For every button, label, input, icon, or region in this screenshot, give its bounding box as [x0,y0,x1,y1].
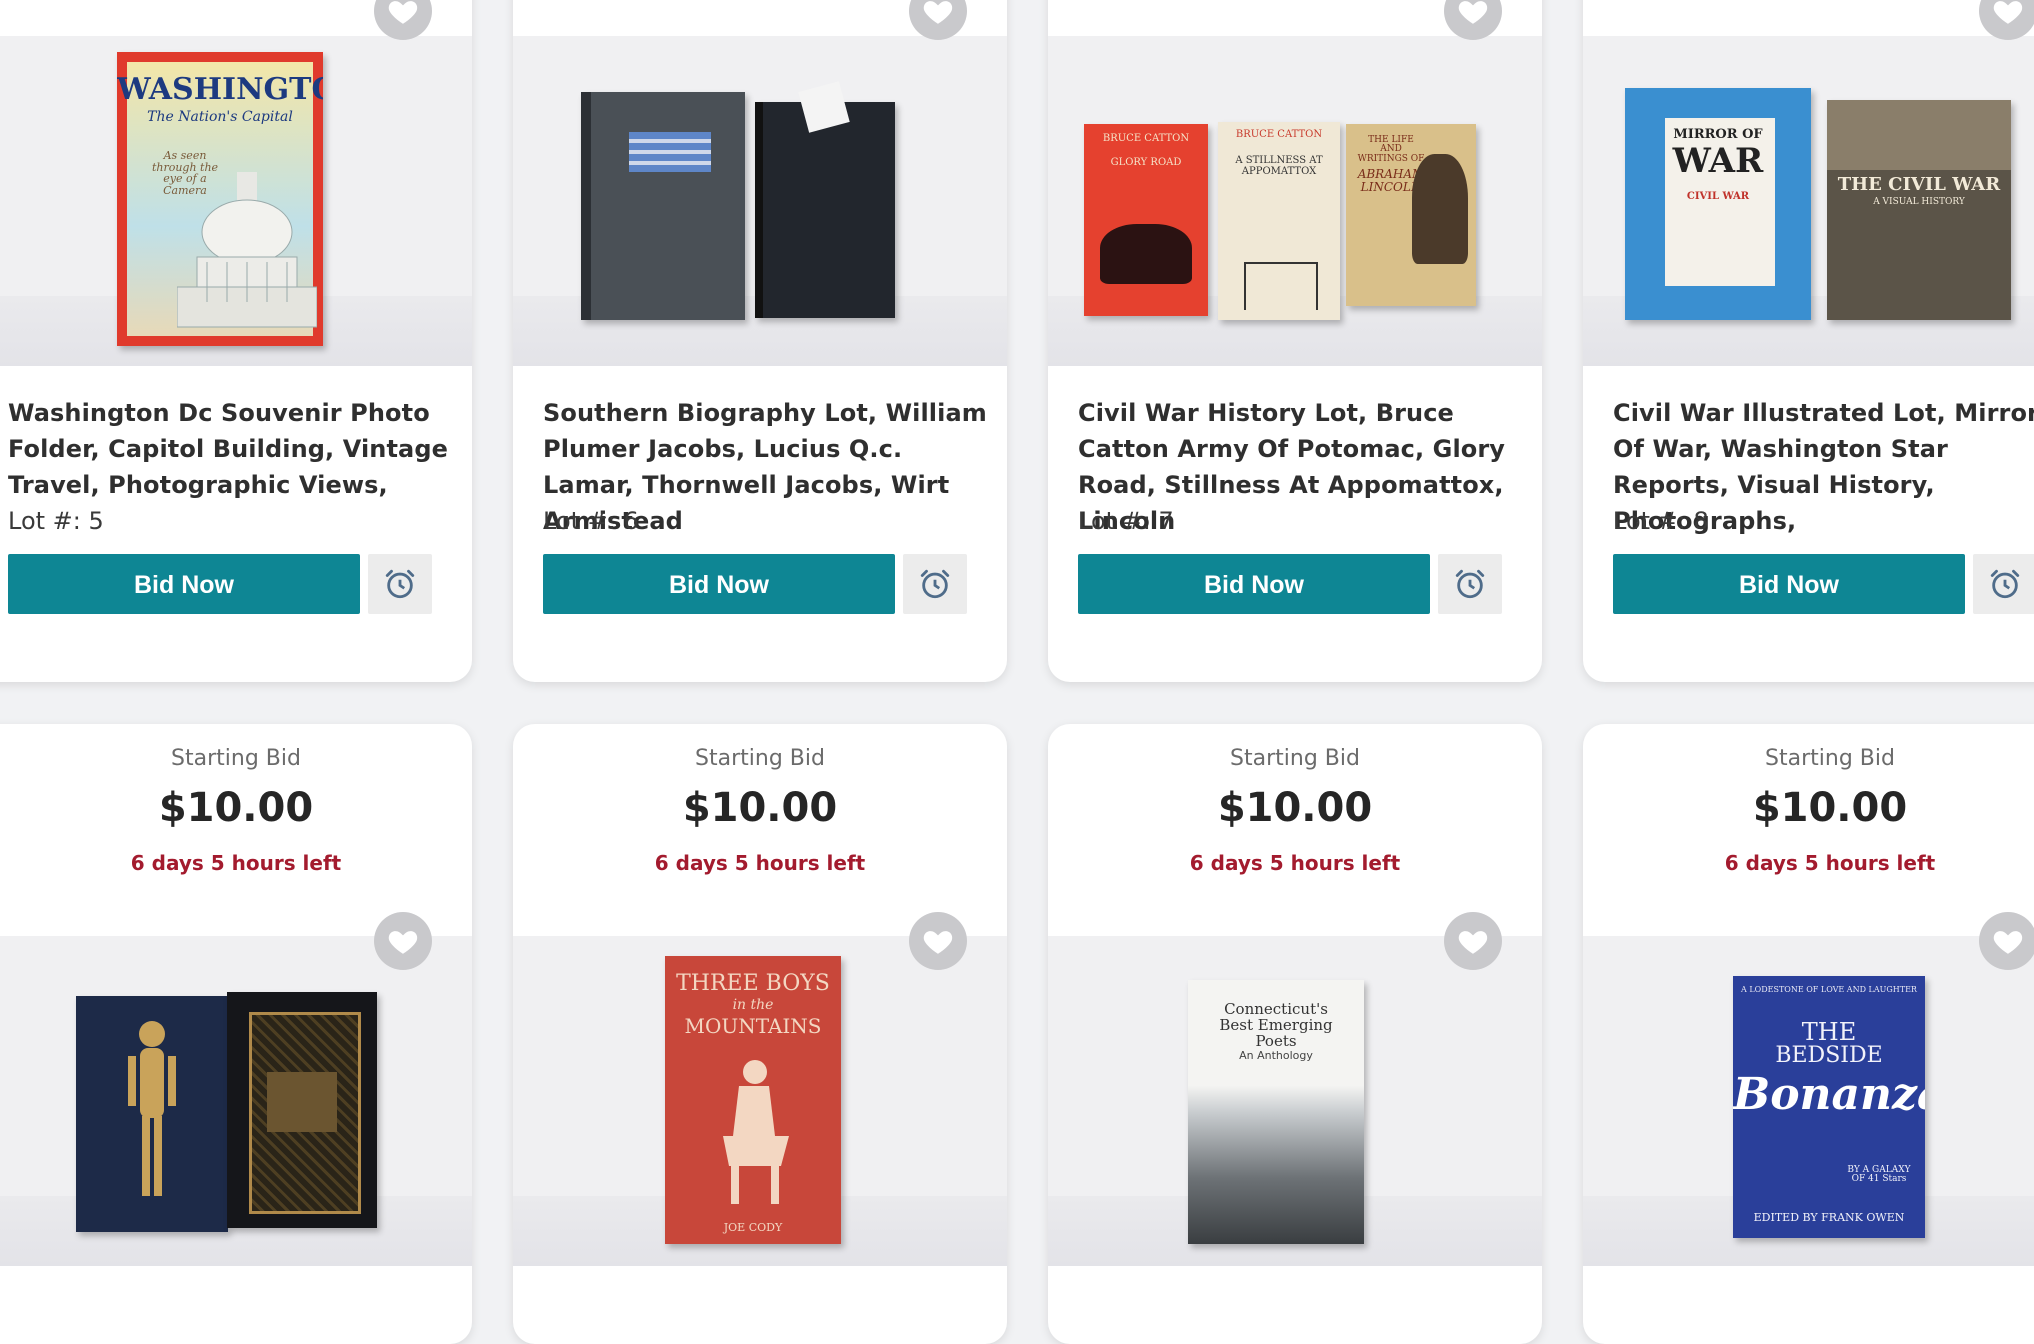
lot-photo[interactable]: A LODESTONE OF LOVE AND LAUGHTER THE BED… [1583,936,2034,1266]
book-cover: BRUCE CATTON A STILLNESS AT APPOMATTOX [1218,122,1340,320]
book-cover: THE LIFE AND WRITINGS OF ABRAHAM LINCOLN [1346,124,1476,306]
alarm-clock-icon [1990,569,2020,599]
starting-bid-label: Starting Bid [695,746,825,771]
time-left: 6 days 5 hours left [1189,851,1401,875]
lot-photo[interactable]: MIRROR OF WAR CIVIL WAR THE CIVIL WAR A … [1583,36,2034,366]
starting-bid-amount: $10.00 [158,785,314,831]
heart-icon [923,931,953,954]
bid-now-button[interactable]: Bid Now [543,554,895,614]
lot-card: Starting Bid $10.00 6 days 5 hours left … [1583,724,2034,1344]
lot-card: Starting Bid $10.00 6 days 5 hours left … [1048,724,1542,1344]
book-cover [76,996,228,1232]
heart-icon [1458,931,1488,954]
lot-card: Starting Bid $10.00 6 days 5 hours left … [513,724,1007,1344]
heart-icon [923,1,953,24]
favorite-button[interactable] [1979,0,2034,40]
time-left: 6 days 5 hours left [1724,851,1936,875]
time-left: 6 days 5 hours left [130,851,342,875]
starting-bid-amount: $10.00 [1752,785,1908,831]
favorite-button[interactable] [909,0,967,40]
lot-card: Starting Bid $10.00 6 days 5 hours left [0,724,472,1344]
lot-photo[interactable] [0,936,472,1266]
lot-number: Lot #: 8 [1613,507,1709,535]
lot-card: Southern Biography Lot, William Plumer J… [513,0,1007,682]
lot-photo[interactable]: THREE BOYS in the MOUNTAINS JOE CODY [513,936,1007,1266]
lot-number: Lot #: 6 [543,507,639,535]
favorite-button[interactable] [1444,912,1502,970]
lot-title[interactable]: Washington Dc Souvenir Photo Folder, Cap… [8,395,462,503]
starting-bid-amount: $10.00 [1217,785,1373,831]
book-cover [581,92,745,320]
favorite-button[interactable] [1979,912,2034,970]
lot-card: BRUCE CATTON GLORY ROAD BRUCE CATTON A S… [1048,0,1542,682]
book-cover: THREE BOYS in the MOUNTAINS JOE CODY [665,956,841,1244]
bid-now-button[interactable]: Bid Now [1613,554,1965,614]
book-cover [227,992,377,1228]
watch-button[interactable] [903,554,967,614]
bid-now-button[interactable]: Bid Now [8,554,360,614]
book-cover: Connecticut's Best Emerging Poets An Ant… [1188,980,1364,1244]
heart-icon [388,1,418,24]
favorite-button[interactable] [1444,0,1502,40]
lot-photo[interactable]: Connecticut's Best Emerging Poets An Ant… [1048,936,1542,1266]
alarm-clock-icon [920,569,950,599]
favorite-button[interactable] [374,0,432,40]
favorite-button[interactable] [374,912,432,970]
alarm-clock-icon [1455,569,1485,599]
watch-button[interactable] [1438,554,1502,614]
starting-bid-label: Starting Bid [1765,746,1895,771]
book-cover: MIRROR OF WAR CIVIL WAR [1625,88,1811,320]
lot-photo[interactable]: BRUCE CATTON GLORY ROAD BRUCE CATTON A S… [1048,36,1542,366]
time-left: 6 days 5 hours left [654,851,866,875]
book-cover: A LODESTONE OF LOVE AND LAUGHTER THE BED… [1733,976,1925,1238]
heart-icon [1993,1,2023,24]
lot-photo[interactable]: WASHINGTON The Nation's Capital As seen … [0,36,472,366]
lot-card: WASHINGTON The Nation's Capital As seen … [0,0,472,682]
lot-number: Lot #: 5 [8,507,104,535]
starting-bid-label: Starting Bid [1230,746,1360,771]
lot-photo[interactable] [513,36,1007,366]
lot-card: MIRROR OF WAR CIVIL WAR THE CIVIL WAR A … [1583,0,2034,682]
lot-number: Lot #: 7 [1078,507,1174,535]
book-cover [755,102,895,318]
heart-icon [1458,1,1488,24]
alarm-clock-icon [385,569,415,599]
book-cover: WASHINGTON The Nation's Capital As seen … [117,52,323,346]
book-cover: THE CIVIL WAR A VISUAL HISTORY [1827,100,2011,320]
favorite-button[interactable] [909,912,967,970]
starting-bid-label: Starting Bid [171,746,301,771]
watch-button[interactable] [368,554,432,614]
heart-icon [1993,931,2023,954]
heart-icon [388,931,418,954]
bid-now-button[interactable]: Bid Now [1078,554,1430,614]
book-cover: BRUCE CATTON GLORY ROAD [1084,124,1208,316]
starting-bid-amount: $10.00 [682,785,838,831]
watch-button[interactable] [1973,554,2034,614]
